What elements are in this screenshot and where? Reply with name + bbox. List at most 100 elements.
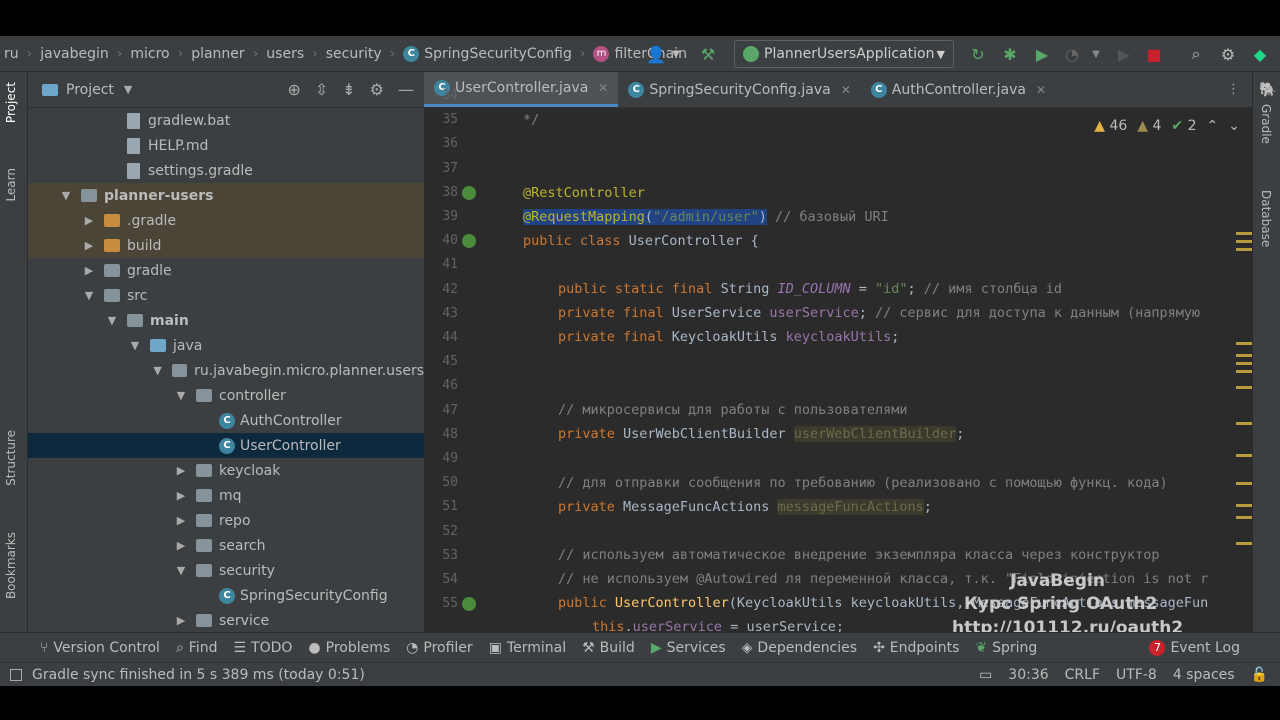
breadcrumb-javabegin[interactable]: javabegin	[36, 46, 112, 62]
user-icon[interactable]: 👤	[646, 44, 666, 64]
chevron-down-icon[interactable]: ▼	[151, 364, 164, 377]
line-number[interactable]: 50	[424, 475, 458, 490]
search-icon[interactable]: ⌕	[1186, 44, 1206, 64]
status-message[interactable]: Gradle sync finished in 5 s 389 ms (toda…	[32, 667, 365, 683]
code-line[interactable]: public class UserController {	[523, 233, 759, 249]
chevron-right-icon[interactable]: ▶	[174, 539, 188, 552]
tree-item[interactable]: ▶ keycloak	[28, 458, 424, 483]
chevron-right-icon[interactable]: ▶	[174, 489, 188, 502]
spring-bean-icon[interactable]	[462, 234, 476, 248]
breadcrumb-security[interactable]: security	[322, 46, 386, 62]
run-icon[interactable]: ▶	[1114, 44, 1134, 64]
line-number[interactable]: 49	[424, 451, 458, 466]
tree-item[interactable]: C SpringSecurityConfig	[28, 583, 424, 608]
structure-tool-tab[interactable]: Structure	[4, 430, 18, 486]
line-number[interactable]: 42	[424, 282, 458, 297]
more-icon[interactable]: ⋮	[1227, 72, 1252, 107]
line-number[interactable]: 34	[424, 88, 458, 103]
error-stripe-marker[interactable]	[1236, 422, 1252, 425]
event-log-tab[interactable]: 7 Event Log	[1149, 639, 1240, 656]
tree-item[interactable]: ▼ planner-users	[28, 183, 424, 208]
line-number[interactable]: 39	[424, 209, 458, 224]
gear-icon[interactable]: ⚙	[370, 80, 384, 99]
inspection-widget[interactable]: ▲ 46 ▲ 4 ✔ 2 ⌃ ⌄	[1094, 118, 1240, 134]
error-stripe-marker[interactable]	[1236, 362, 1252, 365]
chevron-down-icon[interactable]: ▼	[174, 564, 188, 577]
error-stripe-marker[interactable]	[1236, 342, 1252, 345]
error-stripe-marker[interactable]	[1236, 248, 1252, 251]
line-number[interactable]: 41	[424, 257, 458, 272]
code-line[interactable]: // используем автоматическое внедрение э…	[558, 547, 1159, 563]
line-number[interactable]: 51	[424, 499, 458, 514]
tab-authcontroller[interactable]: C AuthController.java ✕	[861, 72, 1056, 107]
chevron-right-icon[interactable]: ▶	[82, 239, 96, 252]
code-line[interactable]: private final KeycloakUtils keycloakUtil…	[558, 329, 899, 345]
endpoints-tab[interactable]: ✣ Endpoints	[873, 640, 959, 656]
chevron-down-icon[interactable]: ▼	[174, 389, 188, 402]
line-number[interactable]: 47	[424, 403, 458, 418]
error-stripe-marker[interactable]	[1236, 454, 1252, 457]
code-line[interactable]: // не используем @Autowired ля переменно…	[558, 571, 1208, 587]
error-stripe-marker[interactable]	[1236, 542, 1252, 545]
chevron-right-icon[interactable]: ▶	[174, 464, 188, 477]
close-icon[interactable]: ✕	[598, 81, 608, 95]
tree-item[interactable]: ▶ .gradle	[28, 208, 424, 233]
stop-icon[interactable]: ■	[1144, 44, 1164, 64]
code-line-request-mapping[interactable]: @RequestMapping("/admin/user") // базовы…	[523, 209, 889, 225]
dependencies-tab[interactable]: ◈ Dependencies	[742, 640, 857, 656]
breadcrumb-ru[interactable]: ru	[0, 46, 23, 62]
lock-icon[interactable]: 🔓	[1251, 667, 1268, 683]
chevron-down-icon[interactable]: ▼	[82, 289, 96, 302]
tree-item[interactable]: ▶ build	[28, 233, 424, 258]
run-configuration-select[interactable]: PlannerUsersApplication ▼	[734, 40, 954, 68]
tree-item[interactable]: C AuthController	[28, 408, 424, 433]
problems-tab[interactable]: ● Problems	[308, 640, 390, 656]
breadcrumb-micro[interactable]: micro	[126, 46, 173, 62]
plugin-icon[interactable]: ◆	[1250, 44, 1270, 64]
chevron-down-icon[interactable]: ▼	[1086, 44, 1106, 64]
version-control-tab[interactable]: ⑂ Version Control	[40, 640, 160, 656]
caret-position[interactable]: 30:36	[1008, 667, 1048, 683]
line-number[interactable]: 45	[424, 354, 458, 369]
profile-icon[interactable]: ◔	[1062, 44, 1082, 64]
error-stripe-marker[interactable]	[1236, 516, 1252, 519]
gear-icon[interactable]: ⚙	[1218, 44, 1238, 64]
minimize-icon[interactable]: —	[398, 80, 414, 99]
code-line[interactable]: public static final String ID_COLUMN = "…	[558, 281, 1062, 297]
breadcrumb-class[interactable]: C SpringSecurityConfig	[399, 45, 576, 62]
chevron-down-icon[interactable]: ▼	[124, 83, 132, 96]
tab-springsecurityconfig[interactable]: C SpringSecurityConfig.java ✕	[618, 72, 860, 107]
code-line[interactable]: private final UserService userService; /…	[558, 305, 1200, 321]
services-tab[interactable]: ▶ Services	[651, 640, 726, 656]
line-separator[interactable]: CRLF	[1065, 667, 1100, 683]
line-number[interactable]: 55	[424, 596, 458, 611]
line-number[interactable]: 48	[424, 427, 458, 442]
spring-bean-icon[interactable]	[462, 186, 476, 200]
chevron-down-icon[interactable]: ▼	[666, 44, 686, 64]
line-number[interactable]: 40	[424, 233, 458, 248]
line-number[interactable]: 52	[424, 524, 458, 539]
code-line[interactable]: */	[523, 112, 539, 128]
tree-item[interactable]: settings.gradle	[28, 158, 424, 183]
tree-item[interactable]: C UserController	[28, 433, 424, 458]
file-encoding[interactable]: UTF-8	[1116, 667, 1157, 683]
coverage-icon[interactable]: ▶	[1032, 44, 1052, 64]
spring-tab[interactable]: ❦ Spring	[975, 640, 1037, 656]
project-panel-title[interactable]: Project	[66, 82, 114, 98]
error-stripe-marker[interactable]	[1236, 232, 1252, 235]
tree-item[interactable]: ▼ ru.javabegin.micro.planner.users	[28, 358, 424, 383]
code-line[interactable]: // микросервисы для работы с пользовател…	[558, 402, 908, 418]
breadcrumb-users[interactable]: users	[262, 46, 308, 62]
error-stripe-marker[interactable]	[1236, 504, 1252, 507]
code-line[interactable]: @RestController	[523, 185, 645, 201]
chevron-right-icon[interactable]: ▶	[174, 514, 188, 527]
error-stripe-marker[interactable]	[1236, 386, 1252, 389]
tree-item[interactable]: gradlew.bat	[28, 108, 424, 133]
tree-item[interactable]: ▶ service	[28, 608, 424, 632]
hammer-icon[interactable]: ⚒	[698, 44, 718, 64]
line-number[interactable]: 38	[424, 185, 458, 200]
debug-icon[interactable]: ✱	[1000, 44, 1020, 64]
tree-item[interactable]: ▼ src	[28, 283, 424, 308]
chevron-right-icon[interactable]: ▶	[82, 264, 96, 277]
learn-tool-tab[interactable]: Learn	[4, 168, 18, 202]
